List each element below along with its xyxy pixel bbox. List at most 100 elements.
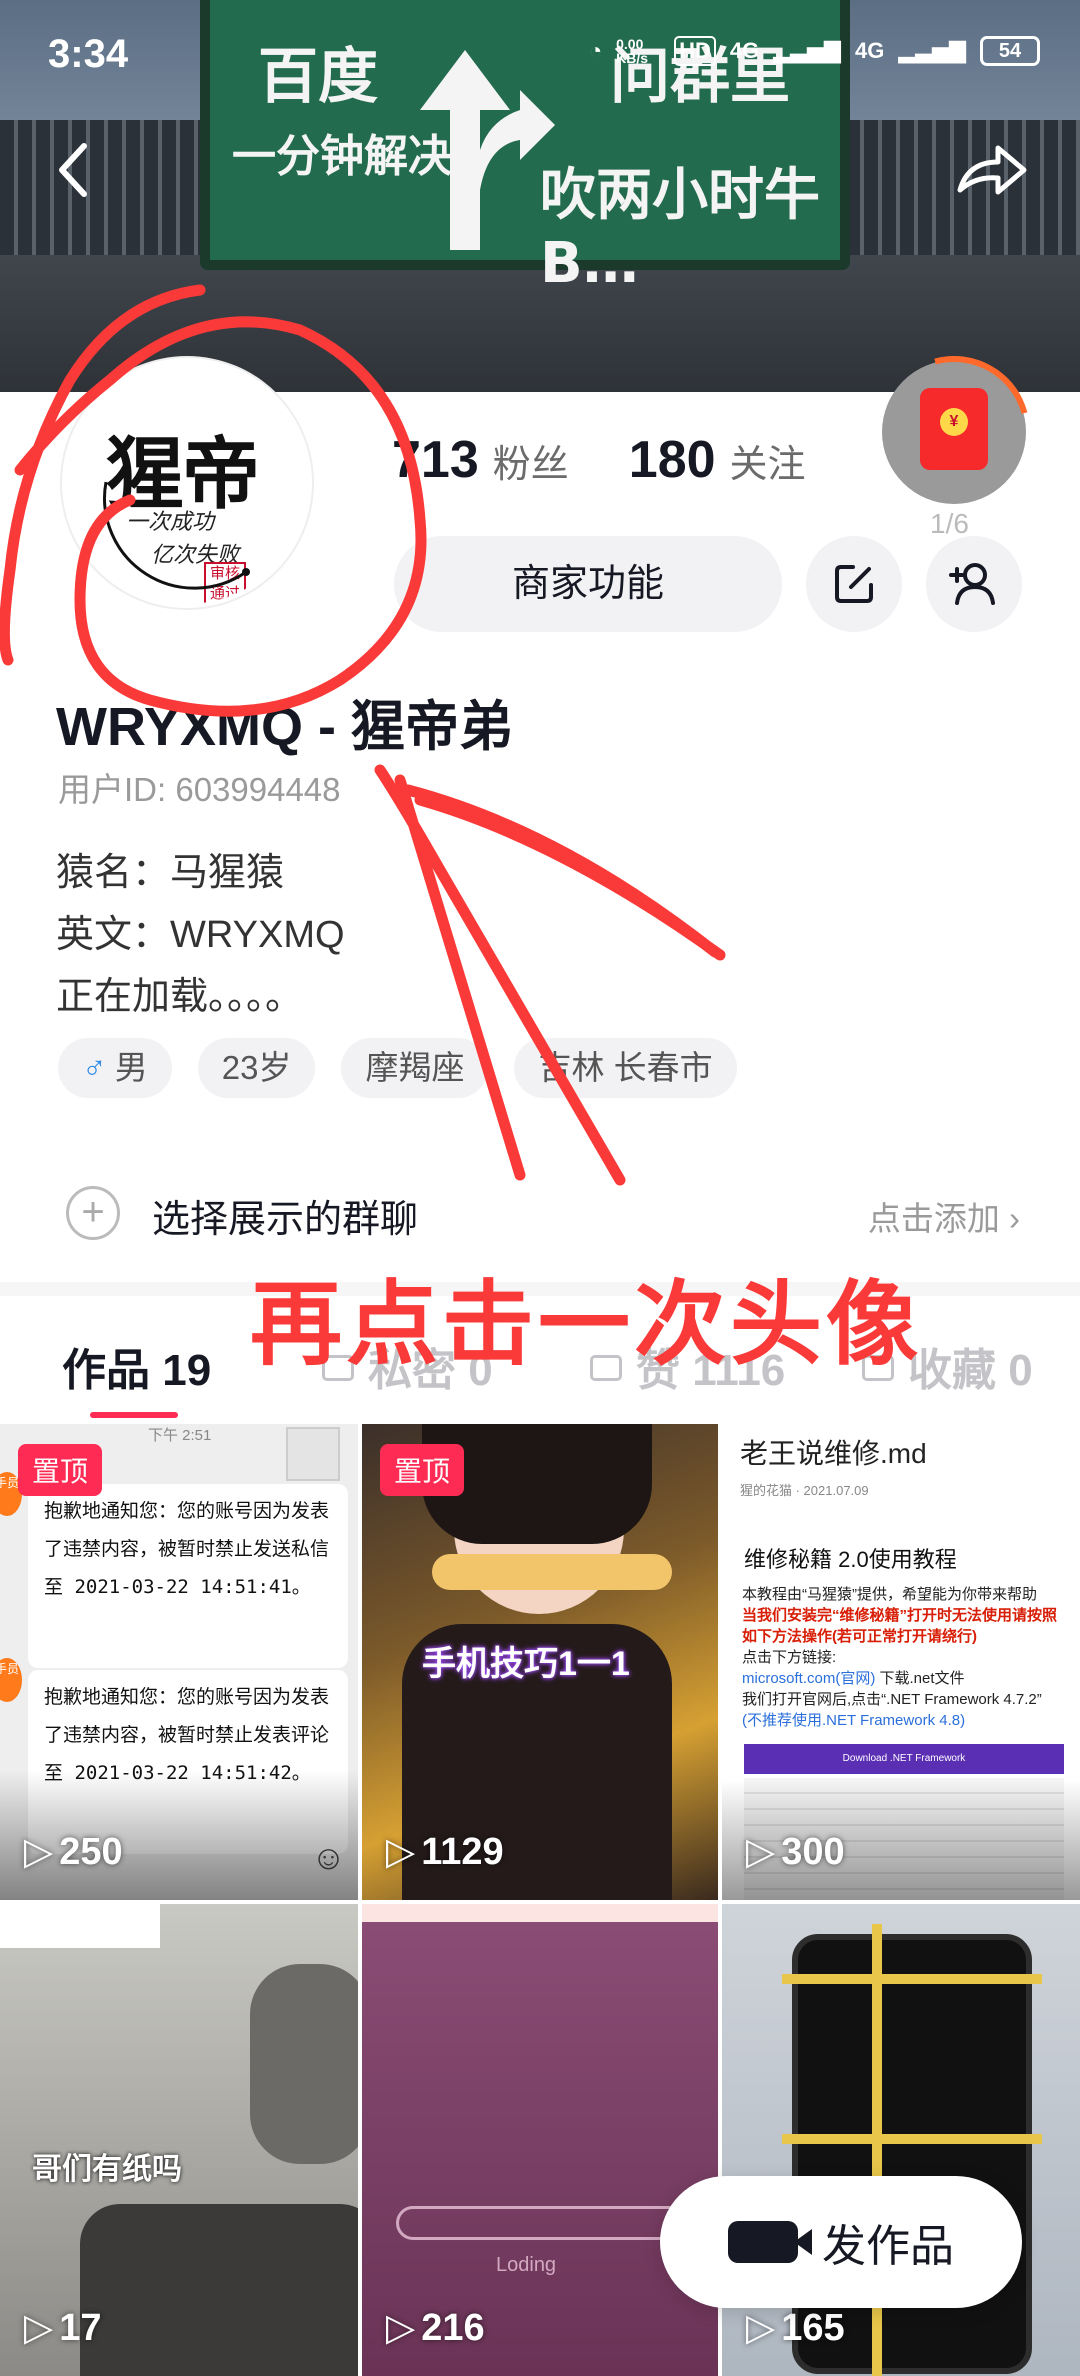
user-id[interactable]: 用户ID: 603994448 bbox=[58, 763, 341, 811]
chevron-right-icon: › bbox=[1009, 1200, 1020, 1237]
battery-level: 54 bbox=[998, 39, 1022, 62]
avatar[interactable]: 猩帝 一次成功 亿次失败 审核通过 bbox=[62, 358, 312, 608]
video-6-band-3 bbox=[872, 1924, 882, 2376]
bio-line-2: 英文：WRYXMQ bbox=[56, 914, 345, 956]
smile-icon: ☺ bbox=[311, 1839, 346, 1877]
video-3-doc-line3: 我们打开官网后,点击“.NET Framework 4.7.2” bbox=[742, 1691, 1042, 1708]
video-1-views: 250 bbox=[24, 1829, 122, 1874]
tab-favorites-count: 0 bbox=[1008, 1346, 1033, 1395]
location-tag: 吉林 长春市 bbox=[514, 1038, 737, 1098]
avatar-ring-icon bbox=[103, 481, 250, 590]
video-tile-3[interactable]: 老王说维修.md 猩的花猫 · 2021.07.09 维修秘籍 2.0使用教程 … bbox=[722, 1424, 1080, 1900]
video-2-caption: 手机技巧1一1 bbox=[422, 1645, 630, 1683]
following-count[interactable]: 180 bbox=[629, 430, 716, 490]
red-envelope-icon: ¥ bbox=[920, 388, 988, 470]
signal-bars-icon-2: ▂▃▅▇ bbox=[898, 38, 966, 63]
merchant-features-button[interactable]: 商家功能 bbox=[394, 536, 782, 632]
video-3-doc-link: microsoft.com(官网) bbox=[742, 1670, 876, 1687]
gender-tag-label: 男 bbox=[114, 1049, 148, 1086]
video-3-doc-line1: 点击下方链接: bbox=[742, 1649, 837, 1666]
video-tile-1[interactable]: 下午 2:51 抱歉地通知您：您的账号因为发表了违禁内容，被暂时禁止发送私信至 … bbox=[0, 1424, 358, 1900]
stats-row: 713 粉丝 180 关注 bbox=[392, 430, 866, 490]
video-3-doc-title: 老王说维修.md bbox=[740, 1438, 927, 1469]
video-1-notice-1: 抱歉地通知您：您的账号因为发表了违禁内容，被暂时禁止发送私信至 2021-03-… bbox=[28, 1484, 348, 1668]
video-3-views: 300 bbox=[746, 1829, 844, 1874]
video-3-doc-heading: 维修秘籍 2.0使用教程 bbox=[744, 1547, 957, 1572]
video-1-time: 下午 2:51 bbox=[148, 1427, 212, 1444]
status-time: 3:34 bbox=[48, 32, 129, 76]
profile-tags: ♂ 男 23岁 摩羯座 吉林 长春市 bbox=[58, 1038, 737, 1098]
net-speed: 0.00 KB/s bbox=[616, 36, 649, 66]
video-tile-2[interactable]: 手机技巧1一1 置顶 1129 bbox=[362, 1424, 718, 1900]
bio-line-3: 正在加载。。。。 bbox=[56, 976, 304, 1018]
add-friend-button[interactable] bbox=[926, 536, 1022, 632]
hd-icon: HD bbox=[674, 36, 716, 66]
video-6-views: 165 bbox=[746, 2305, 844, 2350]
video-3-doc-meta: 猩的花猫 · 2021.07.09 bbox=[740, 1483, 869, 1498]
sign-right-2: 吹两小时牛B… bbox=[540, 163, 820, 296]
following-label[interactable]: 关注 bbox=[730, 433, 806, 488]
share-icon[interactable] bbox=[950, 140, 1030, 200]
post-work-label: 发作品 bbox=[822, 2222, 954, 2271]
tab-works-count: 19 bbox=[162, 1346, 212, 1395]
followers-count[interactable]: 713 bbox=[392, 430, 479, 490]
video-4-views: 17 bbox=[24, 2305, 101, 2350]
video-3-doc-warning: 当我们安装完“维修秘籍”打开时无法使用请按照如下方法操作(若可正常打开请绕行) bbox=[742, 1607, 1058, 1645]
video-5-views: 216 bbox=[386, 2305, 484, 2350]
back-icon[interactable] bbox=[50, 140, 98, 200]
post-work-button[interactable]: 发作品 bbox=[660, 2176, 1022, 2308]
video-4-body bbox=[80, 2204, 358, 2376]
profile-name: WRYXMQ - 猩帝弟 bbox=[56, 697, 513, 757]
video-6-band-2 bbox=[782, 2134, 1042, 2144]
signal-icon-1: 4G bbox=[729, 38, 760, 63]
video-1-badge-2: 手员 bbox=[0, 1658, 22, 1702]
video-3-doc-bar: Download .NET Framework bbox=[744, 1744, 1064, 1774]
group-chat-row[interactable]: + 选择展示的群聊 点击添加 › bbox=[0, 1170, 1080, 1260]
tab-works[interactable]: 作品 19 bbox=[62, 1334, 211, 1398]
pinned-badge: 置顶 bbox=[380, 1444, 465, 1496]
edit-profile-button[interactable] bbox=[806, 536, 902, 632]
profile-bio: 猿名：马猩猿 英文：WRYXMQ 正在加载。。。。 bbox=[56, 842, 345, 1028]
red-packet-button[interactable]: ¥ bbox=[850, 328, 1058, 536]
age-tag: 23岁 bbox=[197, 1038, 316, 1098]
status-icons: ◔ 0.00 KB/s HD 4G ▂▃▅▇ 4G ▂▃▅▇ 54 bbox=[589, 36, 1040, 66]
video-6-band-1 bbox=[782, 1974, 1042, 1984]
battery-icon: 54 bbox=[980, 36, 1040, 66]
plus-icon: + bbox=[66, 1186, 120, 1240]
group-chat-action-label: 点击添加 bbox=[867, 1200, 1000, 1237]
zodiac-tag: 摩羯座 bbox=[341, 1038, 489, 1098]
add-user-icon bbox=[949, 563, 995, 605]
signal-icon-2: 4G bbox=[854, 38, 885, 63]
gender-tag: ♂ 男 bbox=[58, 1038, 172, 1098]
video-1-thumb-icon bbox=[286, 1427, 340, 1481]
group-chat-action[interactable]: 点击添加 › bbox=[868, 1192, 1020, 1240]
video-3-doc-body: 本教程由“马猩猿”提供，希望能为你带来帮助 当我们安装完“维修秘籍”打开时无法使… bbox=[742, 1584, 1062, 1731]
signal-bars-icon-1: ▂▃▅▇ bbox=[773, 38, 841, 63]
video-3-doc-intro: 本教程由“马猩猿”提供，希望能为你带来帮助 bbox=[742, 1586, 1037, 1603]
profile-screen: { "status_bar": {"time": "3:34", "net_sp… bbox=[0, 0, 1080, 2376]
tab-indicator bbox=[90, 1412, 178, 1418]
video-4-head bbox=[250, 1964, 358, 2164]
video-3-doc-line4: (不推荐使用.NET Framework 4.8) bbox=[742, 1712, 966, 1729]
alarm-icon: ◔ bbox=[588, 38, 603, 63]
camera-icon bbox=[728, 2221, 812, 2263]
video-4-caption: 哥们有纸吗 bbox=[32, 2153, 182, 2186]
group-chat-label: 选择展示的群聊 bbox=[152, 1199, 419, 1241]
video-5-caption: Loding bbox=[496, 2254, 557, 2276]
tab-works-label: 作品 bbox=[62, 1346, 150, 1395]
video-2-bread bbox=[432, 1554, 672, 1590]
followers-label[interactable]: 粉丝 bbox=[493, 433, 569, 488]
video-4-sticker bbox=[0, 1904, 160, 1948]
status-bar: 3:34 ◔ 0.00 KB/s HD 4G ▂▃▅▇ 4G ▂▃▅▇ 54 bbox=[0, 0, 1080, 110]
bio-line-1: 猿名：马猩猿 bbox=[56, 852, 285, 894]
pinned-badge: 置顶 bbox=[18, 1444, 103, 1496]
male-icon: ♂ bbox=[82, 1049, 107, 1086]
red-packet-count: 1/6 bbox=[930, 508, 969, 539]
video-tile-4[interactable]: 哥们有纸吗 17 bbox=[0, 1904, 358, 2376]
edit-icon bbox=[835, 565, 873, 603]
video-tile-5[interactable]: Loding 216 bbox=[362, 1904, 718, 2376]
coin-icon: ¥ bbox=[940, 408, 968, 436]
video-3-doc-line2: 下载.net文件 bbox=[875, 1670, 965, 1687]
annotation-text: 再点击一次头像 bbox=[250, 1274, 923, 1376]
video-2-views: 1129 bbox=[386, 1829, 503, 1874]
